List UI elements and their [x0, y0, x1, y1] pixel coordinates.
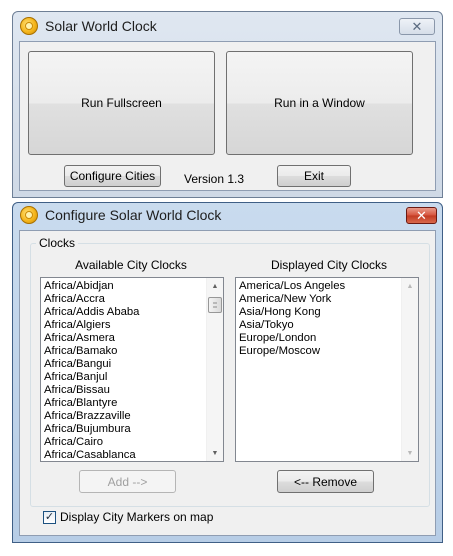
available-cities-list: Africa/Abidjan Africa/Accra Africa/Addis A…: [43, 280, 205, 461]
main-client-area: Run Fullscreen Run in a Window Configure…: [19, 41, 436, 191]
available-clocks-label: Available City Clocks: [75, 258, 187, 272]
close-icon[interactable]: ✕: [406, 207, 437, 224]
displayed-clocks-label: Displayed City Clocks: [270, 258, 388, 272]
scroll-up-arrow-icon[interactable]: ▲: [207, 278, 223, 294]
displayed-city-item[interactable]: America/Los Angeles: [238, 280, 400, 293]
main-window: Solar World Clock ✕ Run Fullscreen Run i…: [12, 11, 443, 198]
displayed-cities-listbox[interactable]: America/Los Angeles America/New York Asia/…: [235, 277, 419, 462]
displayed-cities-list: America/Los Angeles America/New York Asia/…: [238, 280, 400, 358]
main-window-title: Solar World Clock: [45, 18, 157, 34]
available-city-item[interactable]: Africa/Bujumbura: [43, 423, 205, 436]
available-city-item[interactable]: Africa/Bamako: [43, 345, 205, 358]
exit-button[interactable]: Exit: [277, 165, 351, 187]
configure-titlebar[interactable]: Configure Solar World Clock: [12, 202, 443, 228]
scroll-up-arrow-icon: ▲: [406, 282, 414, 290]
scrollbar-thumb[interactable]: [208, 297, 222, 313]
available-city-item[interactable]: Africa/Abidjan: [43, 280, 205, 293]
displayed-city-item[interactable]: Asia/Tokyo: [238, 319, 400, 332]
run-in-window-button[interactable]: Run in a Window: [226, 51, 413, 155]
main-titlebar[interactable]: Solar World Clock: [12, 11, 443, 41]
clocks-group-label: Clocks: [36, 236, 79, 250]
available-city-item[interactable]: Africa/Brazzaville: [43, 410, 205, 423]
available-scrollbar[interactable]: ▲ ▼: [206, 278, 223, 461]
sun-icon: [20, 17, 38, 35]
available-city-item[interactable]: Africa/Algiers: [43, 319, 205, 332]
displayed-city-item[interactable]: Europe/London: [238, 332, 400, 345]
sun-icon: [20, 206, 38, 224]
scroll-down-arrow-icon[interactable]: ▼: [207, 445, 223, 461]
available-cities-listbox[interactable]: Africa/Abidjan Africa/Accra Africa/Addis A…: [40, 277, 224, 462]
available-city-item[interactable]: Africa/Cairo: [43, 436, 205, 449]
displayed-city-item[interactable]: Asia/Hong Kong: [238, 306, 400, 319]
available-city-item[interactable]: Africa/Banjul: [43, 371, 205, 384]
available-city-item[interactable]: Africa/Bangui: [43, 358, 205, 371]
close-icon[interactable]: ✕: [399, 18, 435, 35]
displayed-scrollbar: ▲ ▼: [401, 278, 418, 461]
configure-window-title: Configure Solar World Clock: [45, 207, 222, 223]
run-fullscreen-button[interactable]: Run Fullscreen: [28, 51, 215, 155]
display-markers-checkbox-row[interactable]: ✓ Display City Markers on map: [43, 510, 213, 524]
available-city-item[interactable]: Africa/Bissau: [43, 384, 205, 397]
version-label: Version 1.3: [184, 172, 245, 186]
configure-window: Configure Solar World Clock ✕ Clocks Ava…: [12, 202, 443, 543]
remove-button[interactable]: <-- Remove: [277, 470, 374, 493]
available-city-item[interactable]: Africa/Addis Ababa: [43, 306, 205, 319]
available-city-item[interactable]: Africa/Casablanca: [43, 449, 205, 461]
available-city-item[interactable]: Africa/Asmera: [43, 332, 205, 345]
configure-cities-button[interactable]: Configure Cities: [64, 165, 161, 187]
configure-client-area: Clocks Available City Clocks Displayed C…: [19, 230, 436, 536]
available-city-item[interactable]: Africa/Blantyre: [43, 397, 205, 410]
display-markers-checkbox[interactable]: ✓: [43, 510, 56, 524]
displayed-city-item[interactable]: America/New York: [238, 293, 400, 306]
add-button[interactable]: Add -->: [79, 470, 176, 493]
scroll-down-arrow-icon: ▼: [406, 449, 414, 457]
displayed-city-item[interactable]: Europe/Moscow: [238, 345, 400, 358]
available-city-item[interactable]: Africa/Accra: [43, 293, 205, 306]
display-markers-label: Display City Markers on map: [60, 510, 214, 524]
